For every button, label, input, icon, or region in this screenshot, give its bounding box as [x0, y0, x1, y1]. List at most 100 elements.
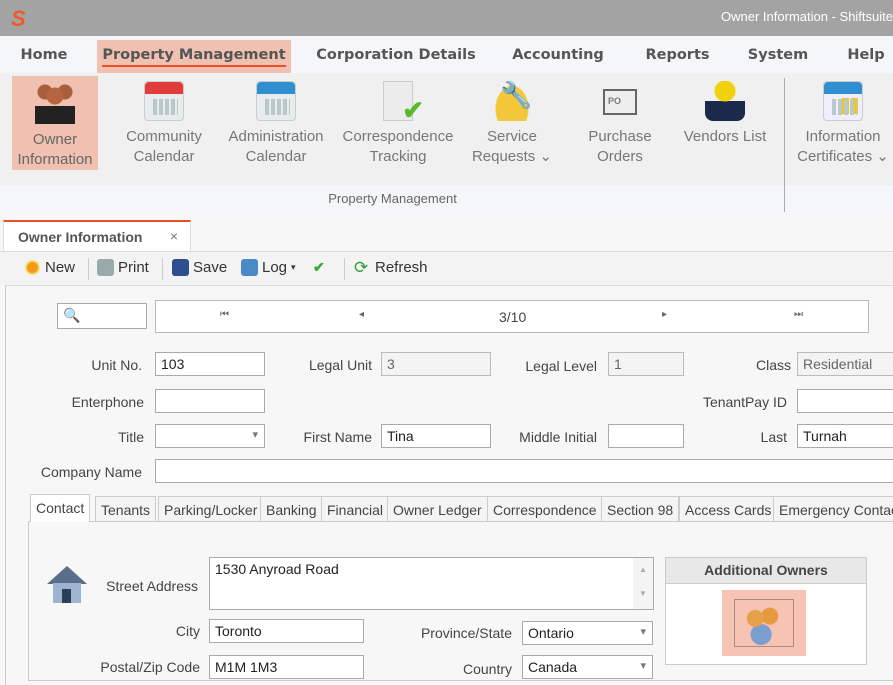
- community-calendar-button[interactable]: Community Calendar: [120, 73, 208, 169]
- additional-owners-header: Additional Owners: [666, 558, 866, 584]
- house-icon: [47, 566, 87, 604]
- menu-bar: Home Property Management Corporation Det…: [0, 36, 893, 73]
- purchase-orders-button[interactable]: PO Purchase Orders: [580, 73, 660, 169]
- tenantpay-id-field[interactable]: [797, 389, 893, 413]
- hardhat-wrench-icon: 🔧: [492, 81, 532, 121]
- owner-information-button[interactable]: Owner Information: [12, 76, 98, 170]
- correspondence-tracking-button[interactable]: ✔ Correspondence Tracking: [340, 73, 456, 169]
- legal-level-field[interactable]: 1: [608, 352, 684, 376]
- log-icon: [241, 259, 258, 276]
- country-label: Country: [462, 661, 512, 677]
- subtab-banking[interactable]: Banking: [260, 496, 323, 522]
- purchase-order-icon: PO: [603, 89, 637, 115]
- save-button[interactable]: Save: [172, 259, 227, 276]
- record-navigator: ⏮ ◂ 3/10 ▸ ⏭: [155, 300, 869, 333]
- ribbon: Owner Information Community Calendar Admin…: [0, 73, 893, 185]
- worker-icon: [705, 81, 745, 121]
- unit-no-field[interactable]: 103: [155, 352, 265, 376]
- ribbon-separator: [784, 78, 785, 212]
- search-input[interactable]: 🔍: [57, 303, 147, 329]
- postal-code-field[interactable]: M1M 1M3: [209, 655, 364, 679]
- class-field[interactable]: Residential: [797, 352, 893, 376]
- calendar-red-icon: [144, 81, 184, 121]
- last-record-button[interactable]: ⏭: [794, 309, 803, 320]
- record-position: 3/10: [499, 309, 527, 325]
- tab-corporation-details[interactable]: Corporation Details: [306, 40, 486, 73]
- subtab-section-98[interactable]: Section 98: [601, 496, 680, 522]
- certificates-icon: [823, 81, 863, 121]
- new-icon: [24, 259, 41, 276]
- scrollbar[interactable]: ▲ ▼: [633, 558, 653, 609]
- first-name-field[interactable]: Tina: [381, 424, 491, 448]
- country-dropdown[interactable]: Canada: [522, 655, 653, 679]
- save-icon: [172, 259, 189, 276]
- document-tab-owner-information[interactable]: Owner Information ×: [3, 220, 191, 252]
- company-name-label: Company Name: [40, 464, 142, 480]
- street-address-field[interactable]: 1530 Anyroad Road ▲ ▼: [209, 557, 654, 610]
- city-label: City: [175, 623, 200, 639]
- title-dropdown[interactable]: [155, 424, 265, 448]
- tab-reports[interactable]: Reports: [635, 40, 720, 73]
- enterphone-field[interactable]: [155, 389, 265, 413]
- vendors-list-button[interactable]: Vendors List: [680, 73, 770, 169]
- street-address-label: Street Address: [106, 578, 198, 594]
- subtab-parking-locker[interactable]: Parking/Locker: [158, 496, 264, 522]
- subtab-financial[interactable]: Financial: [321, 496, 390, 522]
- title-label: Title: [118, 429, 144, 445]
- checklist-icon: ✔: [383, 81, 424, 123]
- ribbon-group-label: Property Management: [328, 191, 457, 206]
- company-name-field[interactable]: [155, 459, 893, 483]
- additional-owners-panel: Additional Owners: [665, 557, 867, 665]
- subtab-emergency-contacts[interactable]: Emergency Contacts: [773, 496, 893, 522]
- additional-owners-button[interactable]: [722, 590, 806, 656]
- service-requests-button[interactable]: 🔧 Service Requests ⌄: [468, 73, 556, 169]
- subtab-access-cards[interactable]: Access Cards: [679, 496, 778, 522]
- subtab-contact[interactable]: Contact: [30, 494, 91, 522]
- title-bar: S Owner Information - Shiftsuite: [0, 0, 893, 36]
- search-icon: 🔍: [63, 307, 81, 323]
- postal-code-label: Postal/Zip Code: [100, 659, 200, 675]
- document-tab-label: Owner Information: [18, 229, 143, 245]
- unit-no-label: Unit No.: [91, 357, 142, 373]
- middle-initial-field[interactable]: [608, 424, 684, 448]
- people-icon: [35, 84, 75, 124]
- middle-initial-label: Middle Initial: [519, 429, 597, 445]
- print-button[interactable]: Print: [97, 259, 149, 276]
- previous-record-button[interactable]: ◂: [359, 309, 364, 320]
- province-state-dropdown[interactable]: Ontario: [522, 621, 653, 645]
- first-record-button[interactable]: ⏮: [220, 309, 229, 320]
- legal-level-label: Legal Level: [525, 358, 597, 374]
- subtab-tenants[interactable]: Tenants: [95, 496, 157, 522]
- subtab-owner-ledger[interactable]: Owner Ledger: [387, 496, 488, 522]
- next-record-button[interactable]: ▸: [662, 309, 667, 320]
- subtab-correspondence[interactable]: Correspondence: [487, 496, 603, 522]
- legal-unit-label: Legal Unit: [308, 357, 372, 373]
- log-button[interactable]: Log ▾: [241, 259, 296, 276]
- tenantpay-id-label: TenantPay ID: [702, 394, 787, 410]
- calendar-blue-icon: [256, 81, 296, 121]
- tab-accounting[interactable]: Accounting: [503, 40, 613, 73]
- app-logo: S: [11, 6, 26, 31]
- enterphone-label: Enterphone: [71, 394, 144, 410]
- city-field[interactable]: Toronto: [209, 619, 364, 643]
- tab-home[interactable]: Home: [10, 40, 78, 73]
- class-label: Class: [755, 357, 791, 373]
- administration-calendar-button[interactable]: Administration Calendar: [224, 73, 328, 169]
- information-certificates-button[interactable]: Information Certificates ⌄: [796, 73, 890, 169]
- first-name-label: First Name: [303, 429, 372, 445]
- tab-system[interactable]: System: [740, 40, 816, 73]
- window-title: Owner Information - Shiftsuite: [721, 9, 893, 24]
- legal-unit-field[interactable]: 3: [381, 352, 491, 376]
- toolbar: New Print Save Log ▾ ✔ ⟳ Refresh: [0, 251, 893, 285]
- close-icon[interactable]: ×: [170, 228, 178, 244]
- last-name-label: Last: [760, 429, 787, 445]
- province-state-label: Province/State: [420, 625, 512, 641]
- tab-help[interactable]: Help: [838, 40, 893, 73]
- tab-property-management[interactable]: Property Management: [97, 40, 291, 73]
- refresh-button[interactable]: ⟳ Refresh: [354, 259, 428, 276]
- last-name-field[interactable]: Turnah: [797, 424, 893, 448]
- refresh-icon: ⟳: [354, 258, 369, 277]
- spellcheck-button[interactable]: ✔: [313, 259, 330, 276]
- new-button[interactable]: New: [24, 259, 75, 276]
- people-group-icon: [734, 599, 794, 647]
